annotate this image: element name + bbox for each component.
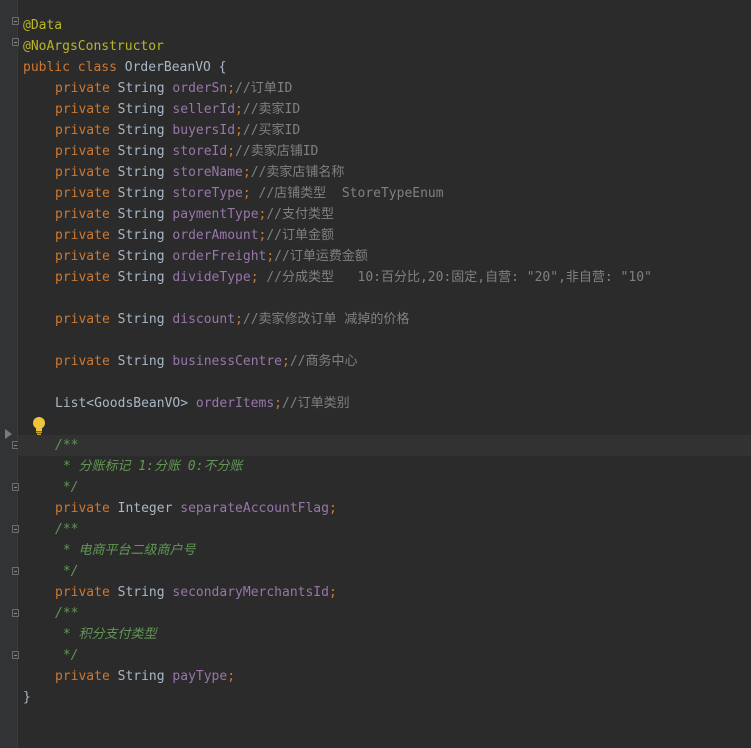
- field-line: private String orderFreight;//订单运费金额: [55, 249, 368, 264]
- doc-comment-text: * 积分支付类型: [55, 627, 157, 642]
- field-line: private String storeName;//卖家店铺名称: [55, 165, 345, 180]
- field-line: private String businessCentre;//商务中心: [55, 354, 358, 369]
- fold-marker-icon[interactable]: [12, 483, 19, 491]
- field-line: private String storeType; //店铺类型 StoreTy…: [55, 186, 444, 201]
- field-line: private String divideType; //分成类型 10:百分比…: [55, 270, 652, 285]
- class-declaration: public class OrderBeanVO {: [23, 60, 227, 75]
- fold-marker-icon[interactable]: [12, 17, 19, 25]
- fold-marker-icon[interactable]: [12, 609, 19, 617]
- doc-comment-close: */: [55, 480, 79, 495]
- field-line: private String discount;//卖家修改订单 减掉的价格: [55, 312, 410, 327]
- fold-marker-icon[interactable]: [12, 567, 19, 575]
- field-line: private Integer separateAccountFlag;: [55, 501, 337, 516]
- doc-comment-close: */: [55, 564, 79, 579]
- fold-marker-icon[interactable]: [12, 38, 19, 46]
- code-editor[interactable]: @Data @NoArgsConstructor public class Or…: [0, 0, 751, 748]
- field-line: List<GoodsBeanVO> orderItems;//订单类别: [55, 396, 350, 411]
- field-line: private String buyersId;//买家ID: [55, 123, 301, 138]
- fold-marker-icon[interactable]: [12, 651, 19, 659]
- lightbulb-icon[interactable]: [31, 416, 47, 436]
- field-line: private String storeId;//卖家店铺ID: [55, 144, 319, 159]
- field-line: private String payType;: [55, 669, 236, 684]
- editor-gutter[interactable]: [0, 0, 19, 748]
- field-line: private String orderAmount;//订单金额: [55, 228, 334, 243]
- field-line: private String paymentType;//支付类型: [55, 207, 334, 222]
- annotation-line: @Data: [23, 18, 63, 33]
- doc-comment-text: * 电商平台二级商户号: [55, 543, 196, 558]
- doc-comment-open: /**: [55, 522, 79, 537]
- doc-comment-text: * 分账标记 1:分账 0:不分账: [55, 459, 243, 474]
- doc-comment-open: /**: [55, 606, 79, 621]
- closing-brace: }: [23, 690, 31, 705]
- field-line: private String secondaryMerchantsId;: [55, 585, 337, 600]
- field-line: private String sellerId;//卖家ID: [55, 102, 301, 117]
- fold-arrow-icon[interactable]: [5, 429, 12, 439]
- field-line: private String orderSn;//订单ID: [55, 81, 293, 96]
- current-line-highlight: [18, 435, 751, 456]
- doc-comment-open: /**: [55, 438, 79, 453]
- fold-marker-icon[interactable]: [12, 525, 19, 533]
- annotation-line: @NoArgsConstructor: [23, 39, 164, 54]
- doc-comment-close: */: [55, 648, 79, 663]
